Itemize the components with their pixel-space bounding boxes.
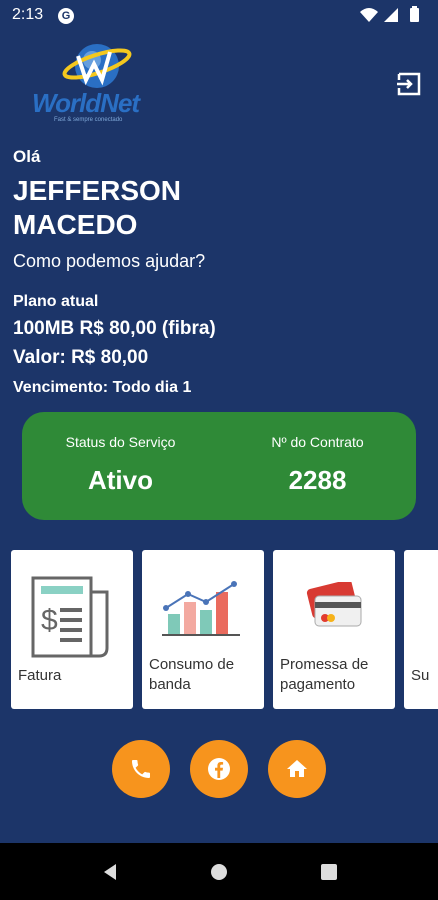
wifi-icon <box>360 8 378 22</box>
phone-button[interactable] <box>112 740 170 798</box>
plan-name: 100MB R$ 80,00 (fibra) <box>13 318 216 339</box>
plan-due-date: Vencimento: Todo dia 1 <box>13 379 192 396</box>
tile-promessa-de-pagamento[interactable]: Promessa de pagamento <box>273 550 395 709</box>
logo-text: WorldNet <box>32 88 140 118</box>
service-status-card: Status do Serviço Ativo Nº do Contrato 2… <box>22 412 416 520</box>
home-button[interactable] <box>268 740 326 798</box>
facebook-icon <box>208 758 230 780</box>
worldnet-logo: WorldNet Fast & sempre conectado <box>32 38 162 130</box>
home-icon <box>287 760 307 777</box>
back-icon[interactable] <box>100 862 120 882</box>
plan-label: Plano atual <box>13 293 99 310</box>
status-icons <box>358 6 428 29</box>
plan-value: Valor: R$ 80,00 <box>13 347 149 368</box>
facebook-button[interactable] <box>190 740 248 798</box>
tile-fatura[interactable]: $ Fatura <box>11 550 133 709</box>
tile-label-consumo-de-banda: Consumo de banda <box>149 656 235 693</box>
tile-label-promessa-de-pagamento: Promessa de pagamento <box>280 656 369 693</box>
tile-label-suporte: Su <box>411 667 430 684</box>
tile-label-fatura: Fatura <box>18 667 62 684</box>
logout-icon <box>397 72 421 96</box>
service-status-label: Status do Serviço <box>65 434 176 450</box>
signal-icon <box>384 8 398 22</box>
credit-card-icon <box>306 582 362 627</box>
contract-number-value: 2288 <box>288 465 347 495</box>
home-nav-icon[interactable] <box>209 862 229 882</box>
help-prompt: Como podemos ajudar? <box>13 251 206 271</box>
app-notification-icon: G <box>58 8 74 24</box>
logout-button[interactable] <box>396 71 422 97</box>
phone-icon <box>132 760 150 778</box>
greeting: Olá <box>13 147 41 166</box>
logo-tagline: Fast & sempre conectado <box>54 117 123 123</box>
tile-consumo-de-banda[interactable]: Consumo de banda <box>142 550 264 709</box>
status-bar: 2:13 G <box>0 0 438 30</box>
status-time: 2:13 <box>12 6 44 23</box>
user-name: JEFFERSON MACEDO <box>13 175 182 240</box>
bar-chart-icon <box>162 581 240 636</box>
tile-suporte[interactable]: Su <box>404 550 438 709</box>
service-status-value: Ativo <box>88 465 153 495</box>
invoice-icon: $ <box>31 576 109 658</box>
recents-icon[interactable] <box>319 862 339 882</box>
battery-icon <box>410 8 419 22</box>
system-navigation-bar <box>0 843 438 900</box>
svg-text:$: $ <box>41 604 58 637</box>
contract-number-label: Nº do Contrato <box>271 434 364 450</box>
